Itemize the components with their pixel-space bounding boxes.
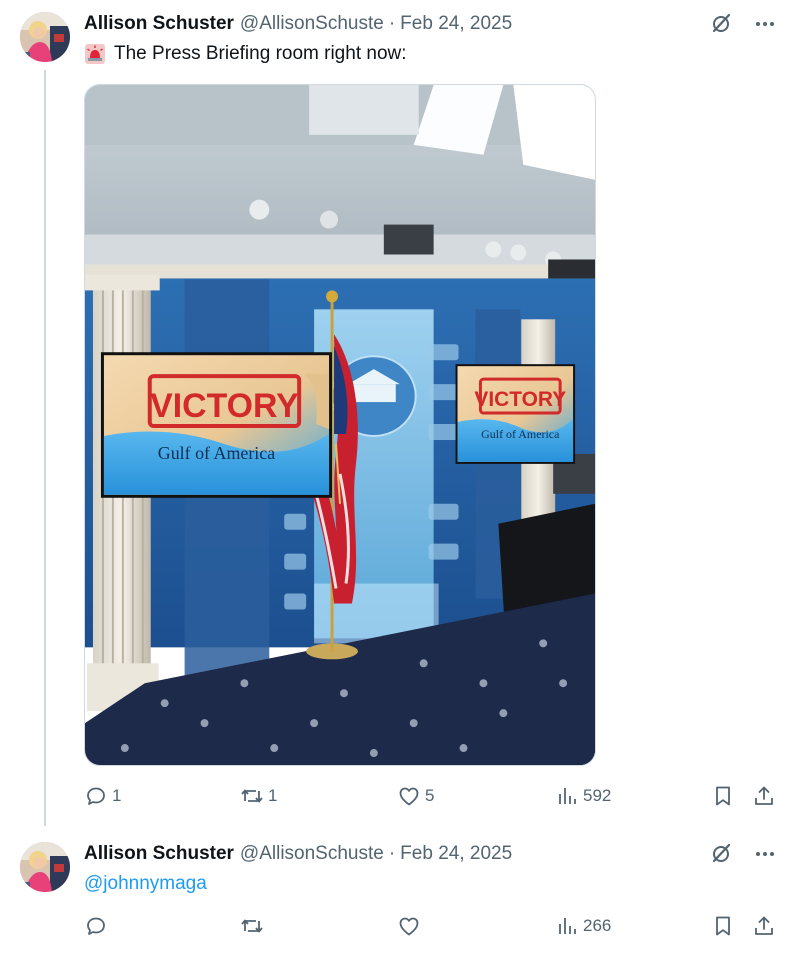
share-button[interactable]	[752, 784, 776, 808]
tweet-date[interactable]: Feb 24, 2025	[400, 13, 512, 35]
like-button[interactable]: 5	[397, 784, 434, 808]
tweet-actions-bar: 266	[84, 914, 784, 944]
reply-count: 1	[112, 786, 122, 805]
repost-button[interactable]: 1	[240, 784, 277, 808]
views-icon	[555, 784, 579, 808]
tweet[interactable]: Allison Schuster @AllisonSchuste · Feb 2…	[0, 826, 800, 962]
bookmark-icon	[711, 914, 735, 938]
tweet-top-actions	[708, 841, 778, 867]
share-icon	[752, 914, 776, 938]
tweet[interactable]: Allison Schuster @AllisonSchuste · Feb 2…	[0, 0, 800, 826]
tweet-header: Allison Schuster @AllisonSchuste · Feb 2…	[84, 12, 512, 36]
repost-count: 1	[268, 786, 278, 805]
repost-icon	[240, 914, 264, 938]
tweet-actions-bar: 1 1 5 592	[84, 784, 784, 814]
tweet-top-actions	[708, 11, 778, 37]
reply-button[interactable]: 1	[84, 784, 121, 808]
sign-left-headline: VICTORY	[150, 387, 299, 425]
like-icon	[397, 784, 421, 808]
author-name[interactable]: Allison Schuster	[84, 843, 234, 865]
sign-right-subline: Gulf of America	[481, 427, 560, 441]
tweet-text: @johnnymaga	[84, 872, 207, 896]
views-count: 592	[583, 786, 612, 805]
like-icon	[397, 914, 421, 938]
sign-right-headline: VICTORY	[474, 388, 566, 411]
sign-left-subline: Gulf of America	[158, 443, 275, 463]
more-icon[interactable]	[752, 841, 778, 867]
bookmark-icon	[711, 784, 735, 808]
mention-link[interactable]: @johnnymaga	[84, 872, 207, 896]
tweet-header: Allison Schuster @AllisonSchuste · Feb 2…	[84, 842, 512, 866]
views-button[interactable]: 592	[555, 784, 611, 808]
rotating-light-icon	[84, 43, 106, 65]
grok-icon[interactable]	[708, 11, 734, 37]
reply-button[interactable]	[84, 914, 112, 938]
views-count: 266	[583, 916, 612, 935]
like-button[interactable]	[397, 914, 425, 938]
author-handle[interactable]: @AllisonSchuste	[240, 13, 384, 35]
like-count: 5	[425, 786, 435, 805]
author-name[interactable]: Allison Schuster	[84, 13, 234, 35]
separator-dot: ·	[388, 13, 396, 34]
tweet-date[interactable]: Feb 24, 2025	[400, 843, 512, 865]
more-icon[interactable]	[752, 11, 778, 37]
reply-icon	[84, 784, 108, 808]
repost-button[interactable]	[240, 914, 268, 938]
bookmark-button[interactable]	[711, 784, 735, 808]
author-avatar[interactable]	[20, 12, 70, 62]
share-icon	[752, 784, 776, 808]
grok-icon[interactable]	[708, 841, 734, 867]
views-icon	[555, 914, 579, 938]
reply-icon	[84, 914, 108, 938]
author-handle[interactable]: @AllisonSchuste	[240, 843, 384, 865]
bookmark-button[interactable]	[711, 914, 735, 938]
author-avatar[interactable]	[20, 842, 70, 892]
views-button[interactable]: 266	[555, 914, 611, 938]
separator-dot: ·	[388, 843, 396, 864]
thread-connector-line	[44, 70, 46, 826]
tweet-text: The Press Briefing room right now:	[84, 42, 407, 66]
tweet-body-text: The Press Briefing room right now:	[114, 43, 407, 64]
share-button[interactable]	[752, 914, 776, 938]
tweet-photo[interactable]: VICTORY Gulf of America VICTORY Gulf of …	[84, 84, 596, 766]
repost-icon	[240, 784, 264, 808]
